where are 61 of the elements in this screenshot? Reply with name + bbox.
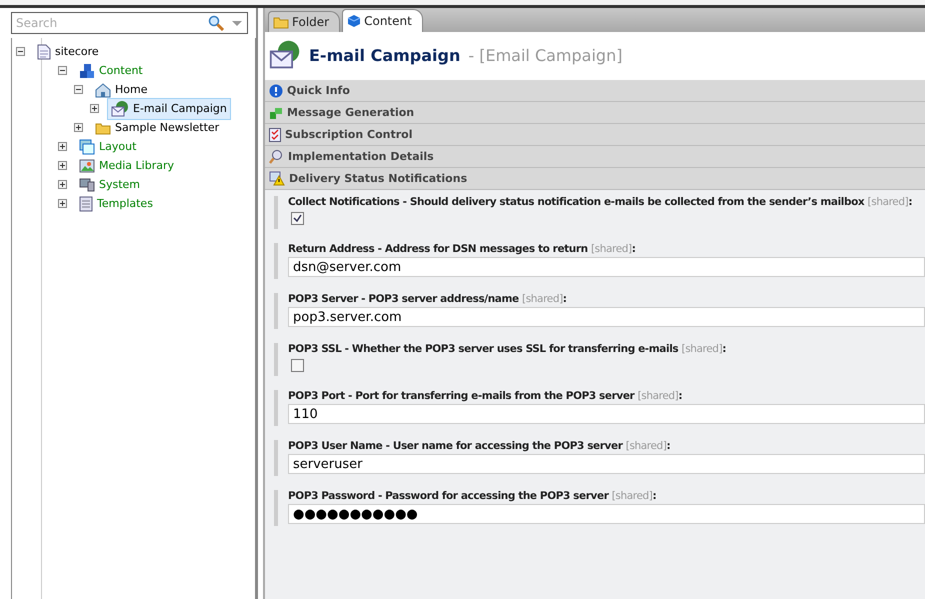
- tree-item-icon: [79, 196, 93, 212]
- tree-item-icon: [111, 100, 129, 118]
- tree-item[interactable]: System: [75, 176, 144, 194]
- tree-item[interactable]: Templates: [75, 194, 157, 214]
- section-header[interactable]: Subscription Control: [265, 124, 925, 146]
- section-header[interactable]: Message Generation: [265, 102, 925, 124]
- tree-item-icon: [37, 44, 51, 60]
- section-icon: [269, 149, 284, 164]
- tab[interactable]: Content: [342, 9, 423, 32]
- template-name: - [Email Campaign]: [468, 46, 622, 64]
- search-field[interactable]: Search: [11, 12, 248, 34]
- tree-item-icon: [95, 120, 111, 134]
- tree-item-icon: [79, 158, 95, 172]
- input-field[interactable]: dsn@server.com: [288, 257, 925, 277]
- tree-item-icon: [95, 82, 111, 98]
- section-icon: [269, 106, 283, 120]
- input-field[interactable]: 110: [288, 404, 925, 424]
- tree-item[interactable]: Layout: [75, 136, 140, 156]
- section-header[interactable]: Delivery Status Notifications: [265, 168, 925, 190]
- expand-toggle[interactable]: [58, 199, 67, 208]
- section-icon: [269, 128, 281, 142]
- collapse-toggle[interactable]: [58, 66, 67, 75]
- tree-item[interactable]: sitecore: [33, 42, 103, 62]
- tree-item[interactable]: Sample Newsletter: [91, 118, 224, 136]
- collapse-toggle[interactable]: [16, 47, 25, 56]
- expand-toggle[interactable]: [90, 104, 99, 113]
- field-label: POP3 SSL - Whether the POP3 server uses SSL for transferring e-mails [shared]:: [288, 343, 726, 355]
- expand-toggle[interactable]: [58, 161, 67, 170]
- tab-icon: [273, 15, 289, 29]
- header-email-icon: [269, 39, 301, 71]
- field-label: Collect Notifications - Should delivery status notification e-mails be collected from the sender’s mailbox [shared]:: [288, 196, 912, 208]
- dropdown-arrow-icon[interactable]: [232, 20, 242, 26]
- search-icon[interactable]: [208, 15, 224, 31]
- section-icon: [269, 171, 285, 186]
- expand-toggle[interactable]: [74, 123, 83, 132]
- field-label: Return Address - Address for DSN messages to return [shared]:: [288, 243, 636, 255]
- input-field[interactable]: serveruser: [288, 454, 925, 474]
- expand-toggle[interactable]: [58, 142, 67, 151]
- field-label: POP3 Server - POP3 server address/name [shared]:: [288, 293, 567, 305]
- field-label: POP3 Port - Port for transferring e-mails from the POP3 server [shared]:: [288, 390, 682, 402]
- input-field[interactable]: pop3.server.com: [288, 307, 925, 327]
- input-field[interactable]: ●●●●●●●●●●●: [288, 504, 925, 524]
- tree-item-icon: [79, 62, 95, 78]
- tree-item-icon: [79, 138, 95, 154]
- tree-item[interactable]: Home: [91, 80, 152, 100]
- checkbox[interactable]: [291, 212, 304, 225]
- section-header[interactable]: Quick Info: [265, 80, 925, 102]
- section-header[interactable]: Implementation Details: [265, 146, 925, 168]
- tab-icon: [347, 14, 362, 28]
- tree-item[interactable]: Media Library: [75, 156, 178, 174]
- collapse-toggle[interactable]: [74, 85, 83, 94]
- tab[interactable]: Folder: [268, 11, 340, 32]
- tree-item[interactable]: E-mail Campaign: [107, 98, 231, 120]
- tree-item[interactable]: Content: [75, 60, 147, 80]
- expand-toggle[interactable]: [58, 180, 67, 189]
- item-title: E-mail Campaign: [309, 46, 460, 64]
- section-icon: [269, 84, 283, 98]
- field-label: POP3 User Name - User name for accessing the POP3 server [shared]:: [288, 440, 670, 452]
- checkbox[interactable]: [291, 359, 304, 372]
- tree-item-icon: [79, 178, 95, 192]
- field-label: POP3 Password - Password for accessing the POP3 server [shared]:: [288, 490, 656, 502]
